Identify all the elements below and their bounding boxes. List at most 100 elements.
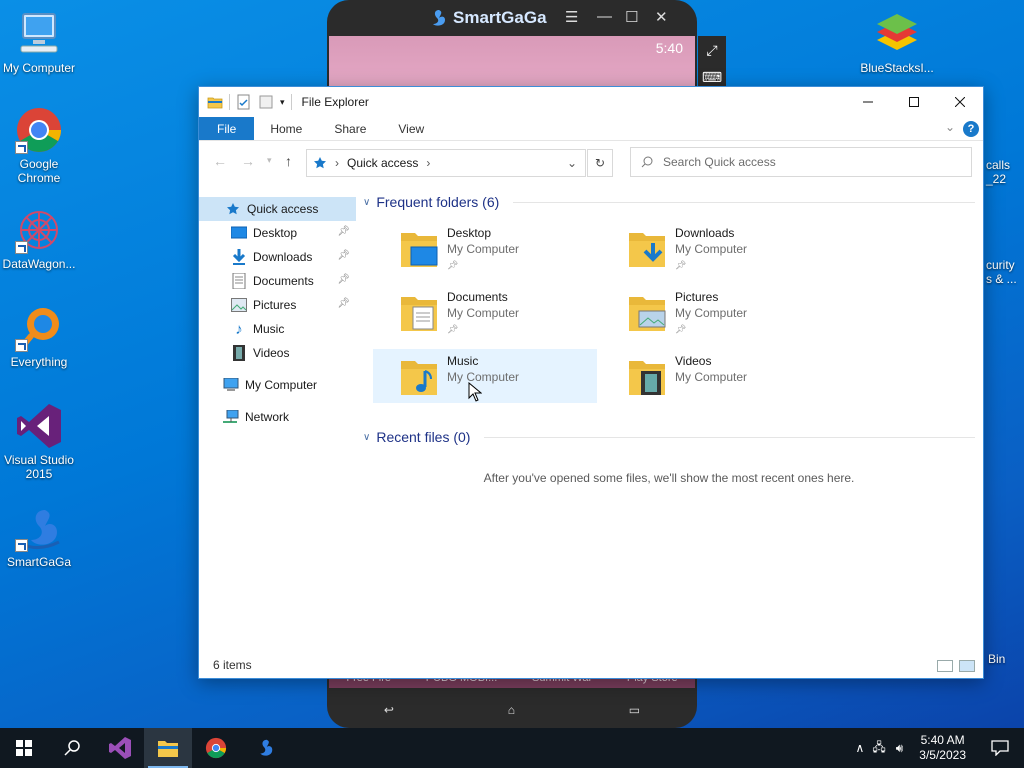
tab-file[interactable]: File [199,117,255,140]
pictures-icon [231,297,247,313]
title-separator [290,94,292,110]
folder-name: Pictures [675,290,719,304]
refresh-icon: ↻ [594,156,606,170]
home-icon[interactable]: ⌂ [508,703,515,717]
maximize-button[interactable] [891,87,937,117]
nav-item-pictures[interactable]: Pictures 📌︎ [199,293,356,317]
up-arrow-icon[interactable]: ↑ [285,153,292,169]
back-arrow-icon[interactable]: ← [213,153,227,169]
back-icon[interactable]: ↩ [384,703,394,717]
folder-tile-documents[interactable]: Documents My Computer 📌︎ [373,285,597,339]
recent-files-header[interactable]: ∨ Recent files (0) [363,426,975,448]
music-folder-icon [399,355,439,397]
large-icons-view-icon[interactable] [959,660,975,672]
customize-toolbar-chevron-icon[interactable]: ▾ [280,97,285,108]
network-tray-icon[interactable]: 🖧︎ [868,738,889,759]
nav-item-network[interactable]: Network [199,405,356,429]
desktop-icon-bluestacks[interactable]: BlueStacksI... [858,10,936,75]
explorer-folder-icon [207,97,223,109]
breadcrumb-separator-icon[interactable]: › [426,156,430,170]
folder-tile-downloads[interactable]: Downloads My Computer 📌︎ [601,221,825,275]
section-divider [513,201,975,203]
nav-item-quick-access[interactable]: Quick access [199,197,356,221]
close-button[interactable] [937,87,983,117]
nav-item-documents[interactable]: Documents 📌︎ [199,269,356,293]
nav-item-videos[interactable]: Videos [199,341,356,365]
address-history-chevron-icon[interactable]: ⌄ [567,156,577,170]
toolbar-separator [229,94,230,110]
pin-icon[interactable]: 📌︎ [337,226,350,237]
emulator-menu-icon[interactable]: ☰ [565,8,578,26]
help-icon[interactable]: ? [963,121,979,137]
windows-logo-icon [16,740,32,756]
minimize-button[interactable] [845,87,891,117]
system-tray: ∧ 🖧︎ 🔊︎ 5:40 AM 3/5/2023 [852,728,1024,768]
volume-icon[interactable]: 🔊︎ [890,741,910,756]
folder-tile-desktop[interactable]: Desktop My Computer 📌︎ [373,221,597,275]
folder-tile-pictures[interactable]: Pictures My Computer 📌︎ [601,285,825,339]
desktop-icon-label: BlueStacksI... [860,61,934,75]
folder-tile-videos[interactable]: Videos My Computer [601,349,825,403]
desktop-partial-label[interactable]: curity s & ... [986,258,1017,286]
pin-icon[interactable]: 📌︎ [337,298,350,309]
desktop-partial-label[interactable]: calls _22 [986,158,1010,186]
nav-item-my-computer[interactable]: My Computer [199,373,356,397]
folder-tile-music[interactable]: Music My Computer [373,349,597,403]
address-bar[interactable]: › Quick access › ⌄ [306,149,586,177]
start-button[interactable] [0,728,48,768]
frequent-folders-header[interactable]: ∨ Frequent folders (6) [363,191,975,213]
window-titlebar: ▾ File Explorer [199,87,983,117]
window-controls [845,87,983,117]
recents-icon[interactable]: ▭ [629,703,640,717]
show-hidden-icons-chevron-icon[interactable]: ∧ [852,741,869,755]
new-folder-icon[interactable] [258,94,274,110]
desktop-icon-datawagon[interactable]: DataWagon... [0,206,78,271]
recent-locations-chevron-icon[interactable]: ▾ [267,155,272,166]
action-center-button[interactable] [976,728,1024,768]
tab-share[interactable]: Share [318,117,382,140]
desktop-recycle-bin-label[interactable]: Bin [988,652,1005,666]
search-input[interactable]: Search Quick access [630,147,972,177]
expand-ribbon-chevron-icon[interactable]: ⌄ [945,120,955,134]
taskbar-file-explorer[interactable] [144,728,192,768]
fullscreen-icon[interactable]: ⤢ [698,42,726,59]
taskbar-chrome[interactable] [192,728,240,768]
smartgaga-logo-icon [433,10,445,26]
desktop-icon-visual-studio[interactable]: Visual Studio 2015 [0,402,78,481]
shortcut-arrow-icon [15,339,28,352]
emulator-minimize-icon[interactable]: — [597,8,612,25]
file-explorer-icon [158,741,178,757]
tab-view[interactable]: View [382,117,440,140]
desktop-icon-everything[interactable]: Everything [0,304,78,369]
properties-icon[interactable] [236,94,252,110]
taskbar-smartgaga[interactable] [240,728,288,768]
network-icon [223,409,239,425]
details-view-icon[interactable] [937,660,953,672]
smartgaga-swan-icon [260,739,273,756]
refresh-button[interactable]: ↻ [587,149,613,177]
folder-name: Videos [675,354,712,368]
nav-item-desktop[interactable]: Desktop 📌︎ [199,221,356,245]
emulator-close-icon[interactable]: ✕ [655,8,668,26]
keyboard-icon[interactable]: ⌨ [698,69,726,86]
forward-arrow-icon[interactable]: → [241,153,255,169]
section-divider [484,436,975,438]
pin-icon[interactable]: 📌︎ [337,274,350,285]
tab-home[interactable]: Home [254,117,318,140]
nav-item-downloads[interactable]: Downloads 📌︎ [199,245,356,269]
breadcrumb-quick-access[interactable]: Quick access [347,156,418,170]
desktop-icon-my-computer[interactable]: My Computer [0,10,78,75]
search-button[interactable] [48,728,96,768]
pin-icon: 📌︎ [447,324,459,334]
pin-icon[interactable]: 📌︎ [337,250,350,261]
status-bar-item-count: 6 items [213,658,252,672]
breadcrumb-separator-icon[interactable]: › [335,156,339,170]
emulator-maximize-icon[interactable]: ☐ [625,8,638,26]
nav-item-music[interactable]: ♪ Music [199,317,356,341]
shortcut-arrow-icon [15,539,28,552]
desktop-icon-google-chrome[interactable]: Google Chrome [0,106,78,185]
taskbar-clock[interactable]: 5:40 AM 3/5/2023 [909,733,976,763]
computer-icon [223,377,239,393]
taskbar-visual-studio[interactable] [96,728,144,768]
desktop-icon-smartgaga[interactable]: SmartGaGa [0,504,78,569]
